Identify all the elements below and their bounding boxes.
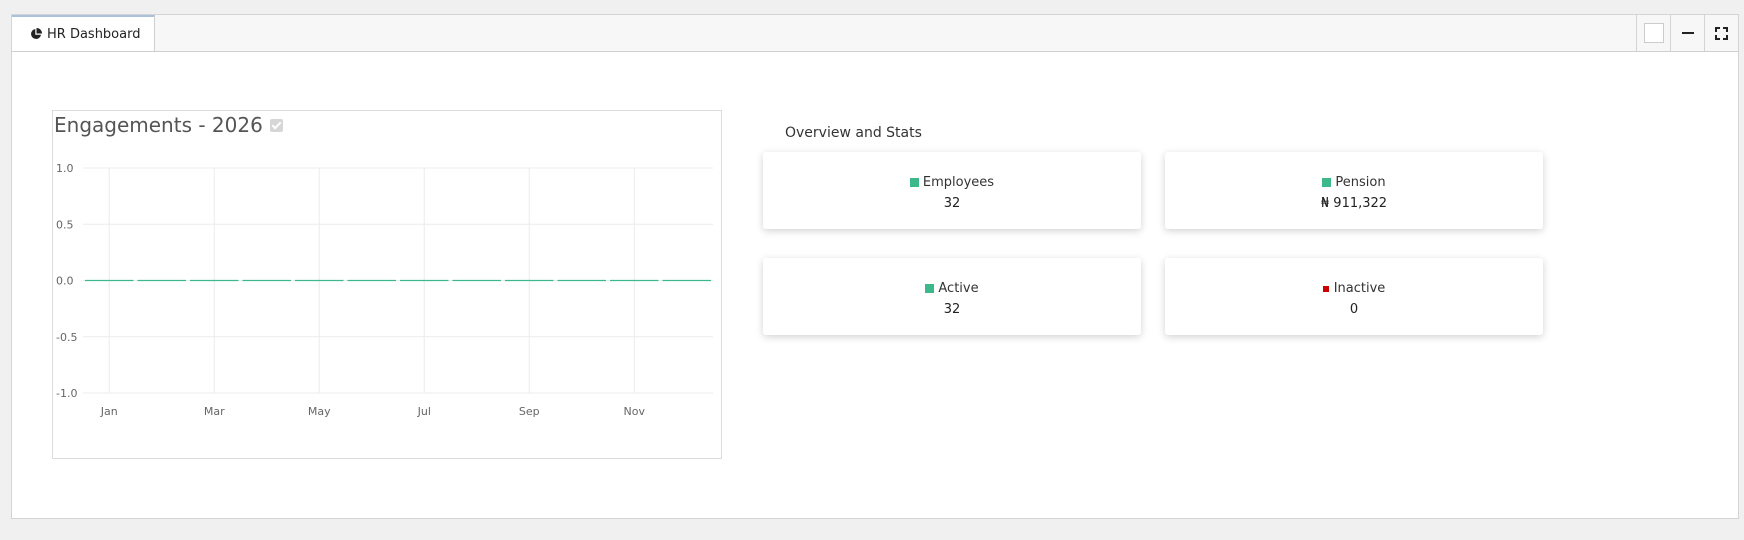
legend-square-icon [1322, 285, 1329, 292]
chart-title: Engagements - 2026 [54, 113, 263, 137]
fullscreen-button[interactable] [1704, 15, 1738, 51]
y-tick-label: -1.0 [56, 387, 77, 400]
stat-value: 32 [943, 302, 961, 317]
legend-square-icon [1322, 178, 1332, 187]
stat-label-row: Employees [763, 175, 1141, 190]
x-tick-label: Sep [519, 405, 540, 418]
restore-button[interactable] [1636, 15, 1670, 51]
x-tick-label: Mar [204, 405, 225, 418]
y-tick-label: 0.0 [56, 275, 74, 288]
stat-label: Active [938, 281, 979, 296]
stat-label: Inactive [1333, 281, 1386, 296]
tab-label: HR Dashboard [47, 26, 141, 42]
legend-square-icon [909, 178, 919, 187]
dashboard-panel: HR Dashboard 1.0 0.5 0.0 -0.5 -1.0 Jan Mar May J… [11, 14, 1739, 519]
stat-value: ₦ 911,322 [1320, 196, 1388, 211]
minimize-button[interactable] [1670, 15, 1704, 51]
engagements-chart-card: 1.0 0.5 0.0 -0.5 -1.0 Jan Mar May Jul Sep Nov Enga… [52, 110, 722, 459]
stat-card-pension: Pension ₦ 911,322 [1165, 152, 1543, 229]
legend-square-icon [925, 284, 935, 293]
x-tick-label: Jul [417, 405, 431, 418]
stat-label-row: Active [763, 281, 1141, 296]
checkbox-icon[interactable] [269, 118, 283, 132]
x-tick-label: Nov [624, 405, 646, 418]
stat-label: Pension [1335, 175, 1386, 190]
chart-title-row: Engagements - 2026 [54, 111, 283, 139]
x-tick-label: Jan [100, 405, 118, 418]
fullscreen-icon [1715, 26, 1728, 40]
tab-bar: HR Dashboard [12, 15, 1738, 52]
stat-label-row: Inactive [1165, 281, 1543, 296]
tab-hr-dashboard[interactable]: HR Dashboard [12, 15, 155, 51]
restore-icon [1643, 23, 1664, 43]
x-tick-label: May [308, 405, 331, 418]
stat-card-inactive: Inactive 0 [1165, 258, 1543, 335]
engagements-chart: 1.0 0.5 0.0 -0.5 -1.0 Jan Mar May Jul Sep Nov [56, 162, 713, 418]
y-tick-label: 1.0 [56, 162, 74, 175]
stats-title: Overview and Stats [785, 125, 922, 141]
stat-label: Employees [922, 175, 995, 190]
stat-card-employees: Employees 32 [763, 152, 1141, 229]
minimize-icon [1681, 32, 1694, 34]
y-tick-label: -0.5 [56, 331, 77, 344]
stat-value: 0 [1349, 302, 1359, 317]
stat-card-active: Active 32 [763, 258, 1141, 335]
stat-label-row: Pension [1165, 175, 1543, 190]
pie-chart-icon [31, 28, 42, 39]
y-tick-label: 0.5 [56, 218, 74, 231]
stat-value: 32 [943, 196, 961, 211]
